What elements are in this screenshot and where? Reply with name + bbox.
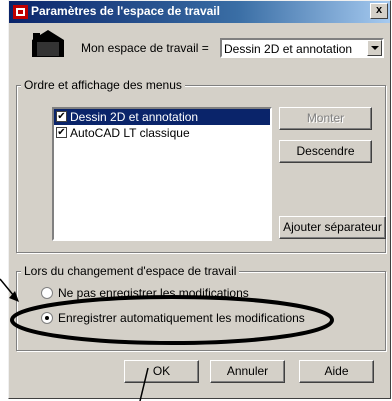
radio-selected-icon[interactable] [41, 312, 53, 324]
title-bar[interactable]: Paramètres de l'espace de travail x [9, 1, 390, 23]
close-icon: x [375, 4, 383, 16]
workspace-settings-dialog: Paramètres de l'espace de travail x Mon … [8, 0, 391, 399]
ok-button[interactable]: OK [124, 360, 199, 383]
checkbox-checked-icon[interactable]: ✔ [56, 111, 67, 122]
app-icon [13, 5, 28, 19]
change-group-legend: Lors du changement d'espace de travail [21, 264, 240, 278]
workspace-dropdown[interactable]: Dessin 2D et annotation [220, 38, 384, 58]
chevron-down-icon[interactable] [367, 40, 382, 56]
list-item[interactable]: ✔ Dessin 2D et annotation [54, 109, 270, 125]
add-separator-button[interactable]: Ajouter séparateur [279, 216, 386, 239]
menus-list[interactable]: ✔ Dessin 2D et annotation ✔ AutoCAD LT c… [52, 107, 272, 241]
dialog-title: Paramètres de l'espace de travail [31, 4, 220, 18]
help-button[interactable]: Aide [299, 360, 374, 383]
workspace-selected-value: Dessin 2D et annotation [224, 42, 353, 56]
list-item-label: AutoCAD LT classique [70, 126, 190, 140]
radio-label: Ne pas enregistrer les modifications [58, 286, 249, 300]
close-button[interactable]: x [370, 3, 388, 19]
checkbox-checked-icon[interactable]: ✔ [56, 127, 67, 138]
cancel-button[interactable]: Annuler [210, 360, 285, 383]
menus-group-legend: Ordre et affichage des menus [21, 78, 185, 92]
list-item-label: Dessin 2D et annotation [70, 110, 199, 124]
move-down-button[interactable]: Descendre [279, 140, 372, 163]
radio-unselected-icon[interactable] [41, 287, 53, 299]
radio-label: Enregistrer automatiquement les modifica… [58, 311, 305, 325]
workspace-icon [32, 30, 64, 57]
list-item[interactable]: ✔ AutoCAD LT classique [54, 125, 270, 141]
move-up-button[interactable]: Monter [279, 107, 372, 130]
workspace-label: Mon espace de travail = [81, 41, 209, 55]
